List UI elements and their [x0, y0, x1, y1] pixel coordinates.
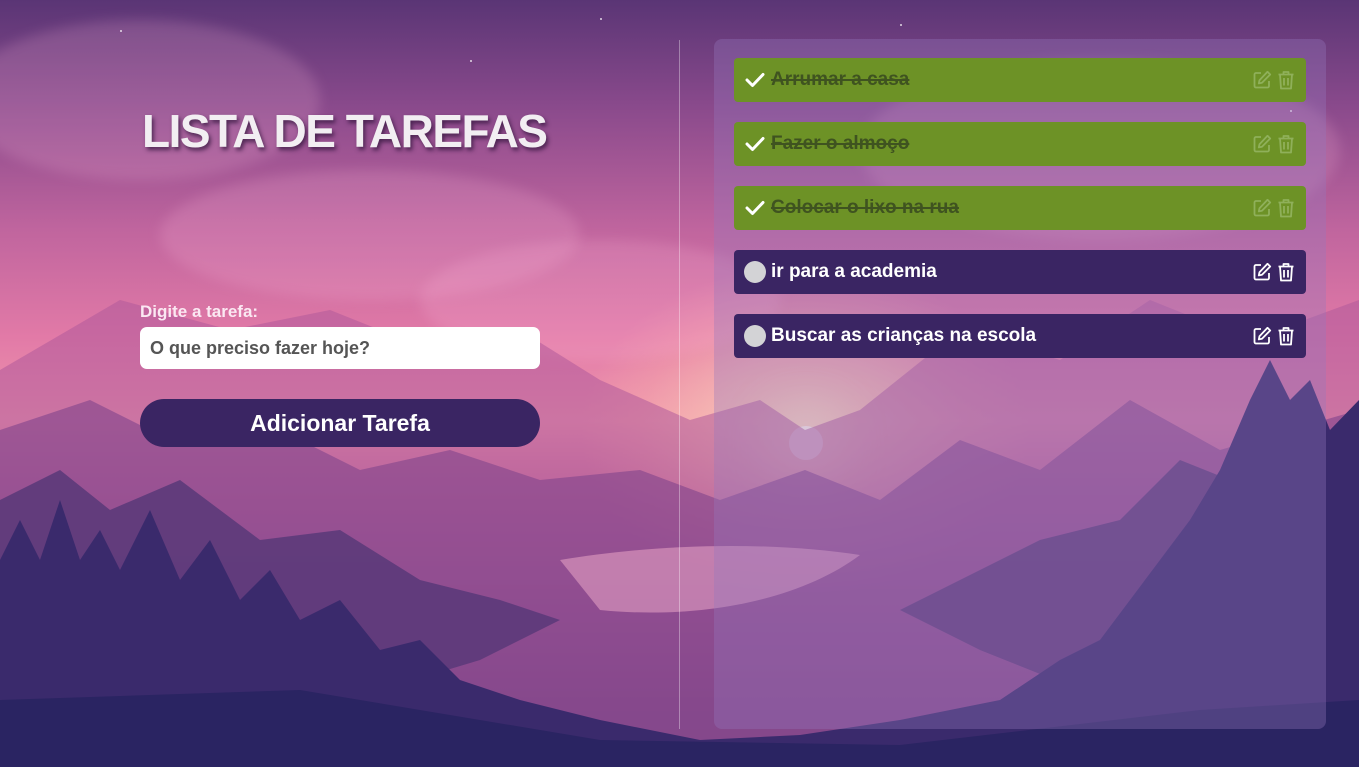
task-text: Buscar as crianças na escola [771, 325, 1037, 346]
add-task-button[interactable]: Adicionar Tarefa [140, 399, 540, 447]
trash-icon[interactable] [1276, 198, 1296, 218]
task-text: Fazer o almoço [771, 133, 910, 154]
edit-icon[interactable] [1252, 70, 1272, 90]
task-text: Colocar o lixo na rua [771, 197, 959, 218]
edit-icon[interactable] [1252, 262, 1272, 282]
task-item: Arrumar a casa [734, 58, 1306, 102]
check-icon[interactable] [744, 197, 766, 219]
task-item: Fazer o almoço [734, 122, 1306, 166]
page-title: LISTA DE TAREFAS [142, 105, 548, 157]
trash-icon[interactable] [1276, 262, 1296, 282]
edit-icon[interactable] [1252, 198, 1272, 218]
task-input-label: Digite a tarefa: [140, 302, 259, 321]
task-text: ir para a academia [771, 261, 937, 282]
trash-icon[interactable] [1276, 70, 1296, 90]
edit-icon[interactable] [1252, 134, 1272, 154]
check-icon[interactable] [744, 133, 766, 155]
trash-icon[interactable] [1276, 326, 1296, 346]
circle-icon[interactable] [744, 261, 766, 283]
task-item: Buscar as crianças na escola [734, 314, 1306, 358]
edit-icon[interactable] [1252, 326, 1272, 346]
divider [679, 40, 680, 729]
circle-icon[interactable] [744, 325, 766, 347]
task-item: Colocar o lixo na rua [734, 186, 1306, 230]
task-item: ir para a academia [734, 250, 1306, 294]
check-icon[interactable] [744, 69, 766, 91]
task-input[interactable] [140, 327, 540, 369]
task-list-panel: Arrumar a casa Fazer o almoço Colocar o … [714, 39, 1326, 729]
task-text: Arrumar a casa [771, 69, 910, 90]
trash-icon[interactable] [1276, 134, 1296, 154]
